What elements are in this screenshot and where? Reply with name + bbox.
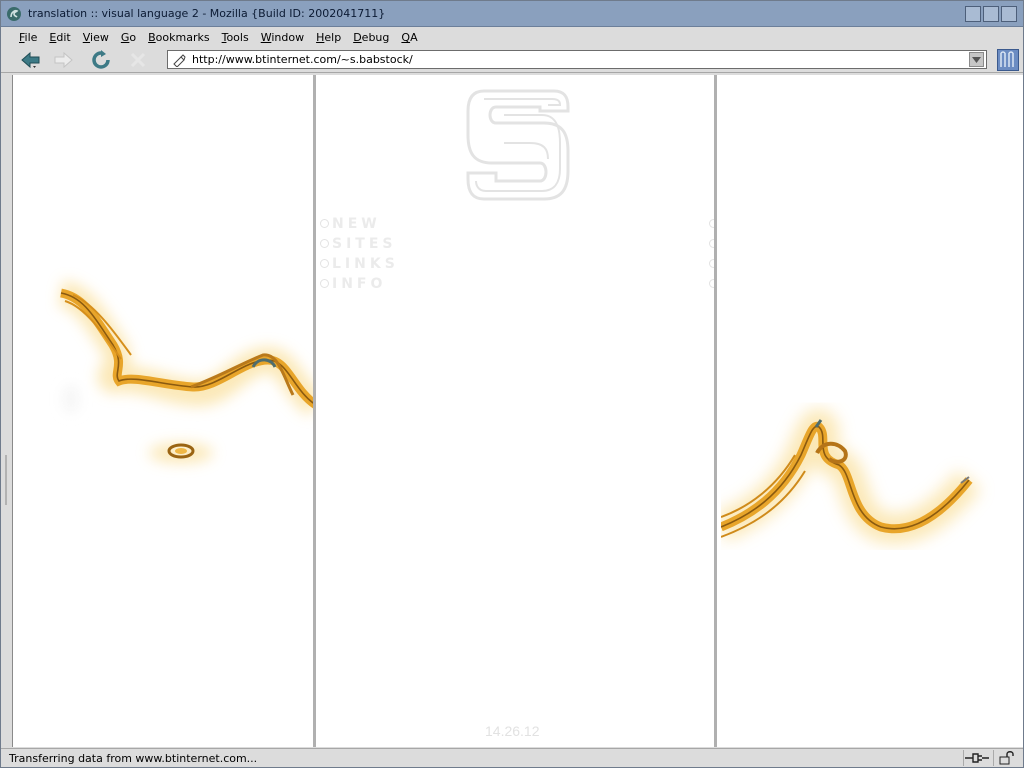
browser-window: translation :: visual language 2 - Mozil… — [0, 0, 1024, 768]
menu-view[interactable]: View — [83, 31, 109, 44]
nav-link-info[interactable]: INFO — [332, 276, 386, 292]
nav-bullet-info — [320, 279, 329, 288]
nav-link-sites[interactable]: SITES — [332, 236, 397, 252]
right-frame — [721, 75, 1023, 747]
menu-window[interactable]: Window — [261, 31, 304, 44]
menu-debug[interactable]: Debug — [353, 31, 389, 44]
menu-bar: File Edit View Go Bookmarks Tools Window Help De… — [1, 28, 1023, 47]
forward-button[interactable] — [51, 50, 75, 70]
navigation-toolbar: http://www.btinternet.com/~s.babstock/ — [1, 47, 1023, 73]
close-button[interactable] — [1001, 6, 1017, 22]
right-bullet-4 — [709, 279, 714, 288]
sb-logo — [466, 89, 570, 201]
title-bar: translation :: visual language 2 - Mozil… — [1, 1, 1023, 27]
window-title: translation :: visual language 2 - Mozil… — [28, 7, 386, 20]
online-status-button[interactable] — [963, 750, 989, 766]
sidebar-grippy[interactable] — [4, 455, 9, 505]
nav-bullet-new — [320, 219, 329, 228]
status-bar: Transferring data from www.btinternet.co… — [1, 748, 1023, 767]
menu-file[interactable]: File — [19, 31, 37, 44]
menu-go[interactable]: Go — [121, 31, 136, 44]
maximize-button[interactable] — [983, 6, 999, 22]
menu-qa[interactable]: QA — [401, 31, 417, 44]
throbber[interactable] — [997, 49, 1019, 71]
back-icon — [21, 51, 40, 69]
mozilla-logo-icon — [7, 6, 21, 21]
left-frame — [13, 75, 316, 747]
menu-edit[interactable]: Edit — [49, 31, 70, 44]
url-bar[interactable]: http://www.btinternet.com/~s.babstock/ — [167, 50, 987, 69]
reload-icon — [92, 50, 110, 69]
reload-button[interactable] — [89, 50, 113, 70]
calligraphy-artwork-left — [57, 280, 313, 463]
date-stamp: 14.26.12 — [485, 723, 540, 739]
right-bullet-2 — [709, 239, 714, 248]
right-bullet-3 — [709, 259, 714, 268]
unlocked-padlock-icon — [999, 751, 1014, 765]
security-button[interactable] — [993, 750, 1019, 766]
menu-tools[interactable]: Tools — [222, 31, 249, 44]
online-plug-icon — [964, 753, 989, 763]
window-controls — [965, 6, 1017, 22]
forward-icon — [54, 51, 73, 69]
stop-icon — [130, 52, 146, 68]
chevron-down-icon — [972, 56, 981, 63]
url-input[interactable]: http://www.btinternet.com/~s.babstock/ — [192, 53, 413, 66]
nav-bullet-links — [320, 259, 329, 268]
calligraphy-artwork-right — [721, 408, 981, 544]
right-bullet-1 — [709, 219, 714, 228]
menu-bookmarks[interactable]: Bookmarks — [148, 31, 209, 44]
nav-bullet-sites — [320, 239, 329, 248]
middle-frame: NEW SITES LINKS INFO 14.26.12 — [320, 75, 717, 747]
minimize-button[interactable] — [965, 6, 981, 22]
nav-link-links[interactable]: LINKS — [332, 256, 399, 272]
page-proxy-icon[interactable] — [172, 53, 186, 67]
content-area: NEW SITES LINKS INFO 14.26.12 — [5, 75, 1023, 747]
nav-link-new[interactable]: NEW — [332, 216, 381, 232]
back-button[interactable] — [19, 50, 43, 70]
status-text: Transferring data from www.btinternet.co… — [9, 751, 258, 765]
mozilla-throbber-icon — [1000, 51, 1014, 67]
url-history-dropdown[interactable] — [969, 52, 984, 67]
status-icons — [963, 750, 1019, 766]
stop-button[interactable] — [126, 50, 150, 70]
menu-help[interactable]: Help — [316, 31, 341, 44]
